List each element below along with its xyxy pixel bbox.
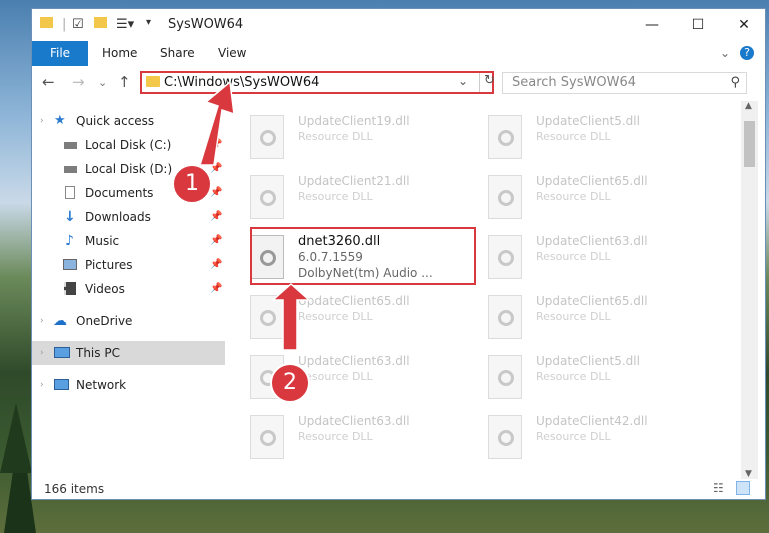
arrow-2	[271, 282, 311, 351]
annotation-overlay	[198, 80, 311, 351]
callout-2: 2	[270, 363, 310, 403]
arrow-1	[198, 80, 235, 166]
callout-1: 1	[172, 164, 212, 204]
